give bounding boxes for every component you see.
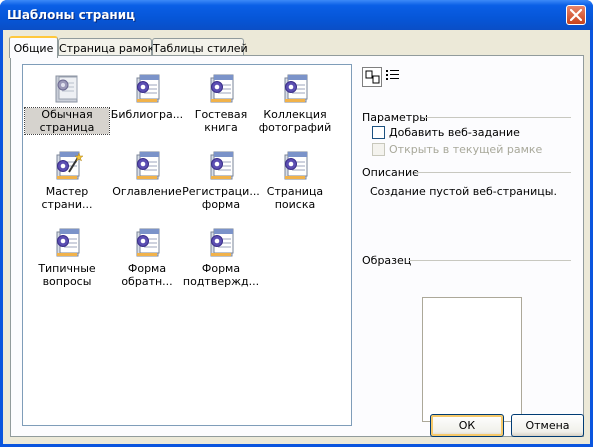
template-page-icon xyxy=(210,74,234,103)
large-icons-view-icon xyxy=(365,70,380,84)
template-label: Форма подтвержд... xyxy=(182,262,260,288)
template-label: Типичные вопросы xyxy=(38,262,96,288)
description-divider xyxy=(416,172,571,173)
template-page-icon xyxy=(56,228,80,257)
tab-general-label: Общие xyxy=(13,42,54,55)
close-button[interactable] xyxy=(566,5,586,25)
window-title: Шаблоны страниц xyxy=(7,8,136,22)
template-label: Оглавление xyxy=(112,185,182,198)
options-section-label: Параметры xyxy=(362,111,428,124)
template-label: Регистраци... форма xyxy=(182,185,260,211)
add-web-task-label[interactable]: Добавить веб-задание xyxy=(389,126,520,139)
options-divider xyxy=(425,117,571,118)
description-text: Создание пустой веб-страницы. xyxy=(370,185,557,198)
cancel-button[interactable]: Отмена xyxy=(511,414,584,437)
open-in-frame-checkbox xyxy=(372,143,385,156)
template-page-icon xyxy=(284,74,308,103)
large-icons-view-button[interactable] xyxy=(362,67,382,87)
cancel-button-label: Отмена xyxy=(525,419,570,432)
tab-page-general: Обычная страница Библиогра... Гостевая к… xyxy=(10,55,584,437)
tab-style-sheets-label: Таблицы стилей xyxy=(153,42,248,55)
wizard-page-icon xyxy=(56,151,83,180)
preview-section-label: Образец xyxy=(362,254,412,267)
template-page-icon xyxy=(136,74,160,103)
template-label: Форма обратн... xyxy=(121,262,173,288)
description-section-label: Описание xyxy=(362,166,419,179)
preview-divider xyxy=(409,260,571,261)
template-page-icon xyxy=(210,228,234,257)
template-label: Библиогра... xyxy=(110,108,184,121)
dialog-body: Общие Страница рамок Таблицы стилей Обыч… xyxy=(3,30,590,444)
details-view-button[interactable] xyxy=(384,67,404,87)
tab-general[interactable]: Общие xyxy=(9,36,58,58)
ok-button[interactable]: ОК xyxy=(430,414,504,437)
template-label: Гостевая книга xyxy=(194,108,248,134)
dialog-window: Шаблоны страниц Общие Страница рамок Таб… xyxy=(0,0,593,447)
template-label: Обычная страница xyxy=(24,107,110,135)
open-in-frame-label: Открыть в текущей рамке xyxy=(389,143,543,156)
tab-frames-page-label: Страница рамок xyxy=(59,42,155,55)
close-icon xyxy=(570,9,582,21)
template-label: Страница поиска xyxy=(266,185,324,211)
title-bar[interactable]: Шаблоны страниц xyxy=(0,0,593,30)
ok-button-label: ОК xyxy=(458,419,476,432)
template-label: Коллекция фотографий xyxy=(258,108,332,134)
template-list[interactable]: Обычная страница Библиогра... Гостевая к… xyxy=(22,64,352,426)
details-view-icon xyxy=(386,70,399,80)
template-page-icon xyxy=(284,151,308,180)
template-page-icon xyxy=(136,151,160,180)
blank-page-icon xyxy=(55,75,78,103)
template-page-icon xyxy=(210,151,234,180)
template-label: Мастер страни... xyxy=(41,185,93,211)
template-page-icon xyxy=(136,228,160,257)
add-web-task-checkbox[interactable] xyxy=(372,126,385,139)
preview-pane xyxy=(422,297,522,422)
